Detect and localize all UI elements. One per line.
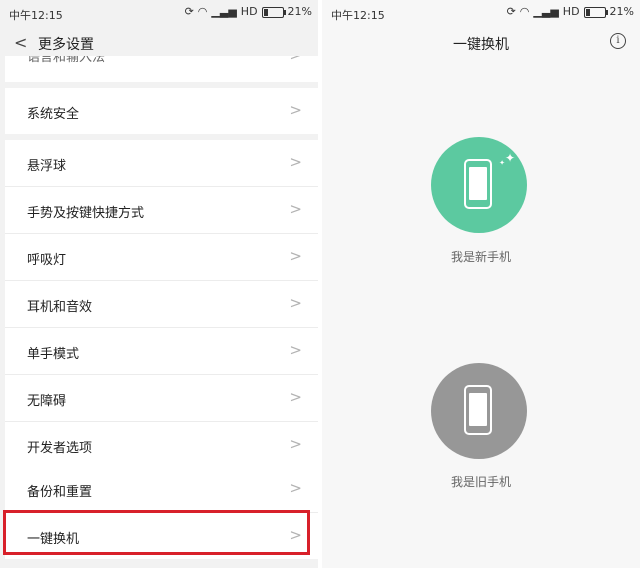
- status-icons: ⟳ ◠ ▁▃▅ HD 21%: [185, 6, 312, 18]
- network-type: HD: [562, 5, 580, 18]
- settings-group-features: 悬浮球 > 手势及按键快捷方式 > 呼吸灯 > 耳机和音效 > 单手模式 > 无…: [5, 140, 318, 468]
- chevron-right-icon: >: [289, 435, 302, 453]
- signal-icon: ▁▃▅: [533, 5, 559, 18]
- settings-item-headphones[interactable]: 耳机和音效 >: [5, 280, 318, 327]
- page-title-overlay: 更多设置: [38, 37, 94, 53]
- highlight-box: [3, 510, 310, 555]
- settings-item-backup[interactable]: 备份和重置 >: [5, 466, 318, 512]
- chevron-right-icon: >: [289, 200, 302, 218]
- settings-item-gestures[interactable]: 手势及按键快捷方式 >: [5, 186, 318, 233]
- app-header-overlay: < 更多设置: [0, 26, 318, 60]
- chevron-right-icon: >: [289, 341, 302, 359]
- battery-icon: [583, 6, 608, 18]
- settings-item-label: 手势及按键快捷方式: [27, 206, 145, 221]
- settings-item-label: 无障碍: [27, 394, 67, 409]
- left-screen: 中午12:15 ⟳ ◠ ▁▃▅ HD 21% < 更多设置 语言和输入法 > <…: [0, 0, 318, 568]
- app-header: 一键换机 i: [322, 26, 640, 60]
- chevron-right-icon: >: [289, 294, 302, 312]
- sparkle-icon: ✦: [504, 151, 515, 165]
- settings-item-accessibility[interactable]: 无障碍 >: [5, 374, 318, 421]
- network-type: HD: [240, 5, 258, 18]
- info-icon[interactable]: i: [610, 33, 626, 49]
- settings-item-label: 开发者选项: [27, 441, 93, 456]
- settings-item-floating-ball[interactable]: 悬浮球 >: [5, 140, 318, 186]
- phone-icon: [464, 159, 492, 209]
- settings-item-label: 呼吸灯: [27, 253, 67, 268]
- settings-item-label: 耳机和音效: [27, 300, 93, 315]
- settings-item-label: 单手模式: [27, 347, 80, 362]
- chevron-right-icon: >: [289, 101, 302, 119]
- phone-icon: [464, 385, 492, 435]
- back-icon[interactable]: <: [14, 33, 27, 52]
- page-title: 一键换机: [453, 37, 509, 53]
- settings-group-security: 系统安全 >: [5, 88, 318, 134]
- settings-item-breathing-light[interactable]: 呼吸灯 >: [5, 233, 318, 280]
- status-time: 中午12:15: [9, 9, 63, 22]
- battery-percent: 21%: [609, 5, 634, 18]
- sync-icon: ⟳: [184, 5, 194, 18]
- wifi-icon: ◠: [197, 5, 208, 18]
- wifi-icon: ◠: [519, 5, 530, 18]
- old-phone-button[interactable]: [431, 363, 527, 459]
- battery-icon: [261, 6, 286, 18]
- status-bar: 中午12:15 ⟳ ◠ ▁▃▅ HD 21%: [322, 0, 640, 26]
- settings-item-one-hand[interactable]: 单手模式 >: [5, 327, 318, 374]
- chevron-right-icon: >: [289, 153, 302, 171]
- status-time: 中午12:15: [331, 9, 385, 22]
- settings-item-label: 悬浮球: [27, 159, 67, 174]
- settings-item-developer[interactable]: 开发者选项 >: [5, 421, 318, 468]
- status-icons: ⟳ ◠ ▁▃▅ HD 21%: [507, 6, 634, 18]
- chevron-right-icon: >: [289, 479, 302, 497]
- new-phone-button[interactable]: ✦ ✦: [431, 137, 527, 233]
- sync-icon: ⟳: [506, 5, 516, 18]
- chevron-right-icon: >: [289, 247, 302, 265]
- battery-percent: 21%: [287, 5, 312, 18]
- settings-item-label: 系统安全: [27, 107, 80, 122]
- settings-item-label: 备份和重置: [27, 485, 93, 500]
- chevron-right-icon: >: [289, 388, 302, 406]
- status-bar: 中午12:15 ⟳ ◠ ▁▃▅ HD 21%: [0, 0, 318, 26]
- settings-item-security[interactable]: 系统安全 >: [5, 88, 318, 134]
- signal-icon: ▁▃▅: [211, 5, 237, 18]
- sparkle-small-icon: ✦: [499, 159, 505, 167]
- right-screen: 中午12:15 ⟳ ◠ ▁▃▅ HD 21% 一键换机 i ✦ ✦ 我是新手机 …: [322, 0, 640, 568]
- new-phone-label: 我是新手机: [450, 250, 511, 264]
- old-phone-label: 我是旧手机: [450, 475, 511, 489]
